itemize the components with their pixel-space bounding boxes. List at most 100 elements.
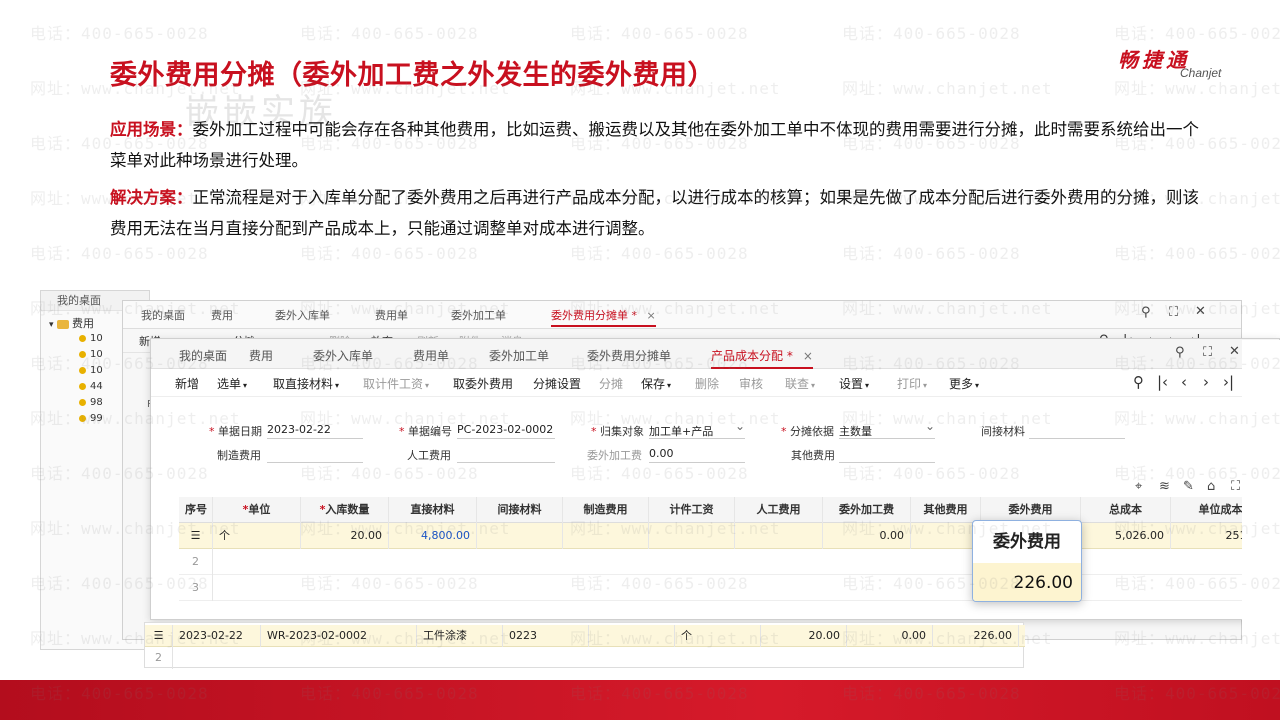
zero-cell[interactable]: 0.00 [847, 625, 933, 647]
locate-icon[interactable]: ⚲ [1133, 373, 1144, 391]
tab-expense-bill[interactable]: 费用单 [413, 347, 449, 364]
search-icon[interactable]: ⚲ [1141, 305, 1151, 320]
manufacturing-fee-field[interactable] [267, 447, 363, 463]
date-cell[interactable]: 2023-02-22 [173, 625, 261, 647]
tab-desktop[interactable]: 我的桌面 [141, 307, 185, 323]
filter-icon[interactable]: ≋ [1159, 479, 1170, 494]
piece-wage-button[interactable]: 取计件工资 ▾ [363, 375, 429, 392]
search-icon[interactable]: ⚲ [1175, 345, 1185, 360]
table-row[interactable]: 2 [179, 549, 1279, 575]
outsource-process-fee-field[interactable]: 0.00 [649, 447, 745, 463]
tab-expense[interactable]: 费用 [211, 307, 233, 323]
delete-button[interactable]: 删除 [695, 375, 719, 392]
tab-expense[interactable]: 费用 [249, 347, 273, 364]
tab-product-cost-allocation[interactable]: 产品成本分配 * × [711, 347, 813, 369]
direct-material-cell[interactable]: 4,800.00 [389, 523, 477, 549]
print-button[interactable]: 打印 ▾ [897, 375, 927, 392]
maximize-icon[interactable]: ⛶ [1203, 345, 1212, 360]
tab-bar: 我的桌面 费用 委外入库单 费用单 委外加工单 委外费用分摊单 产品成本分配 *… [151, 339, 1279, 369]
tab-outsource-order[interactable]: 委外加工单 [451, 307, 506, 323]
other-fee-cell[interactable] [911, 523, 981, 549]
tab-expense-bill[interactable]: 费用单 [375, 307, 408, 323]
solution-label: 解决方案： [110, 188, 193, 207]
tree-item[interactable]: 44 [79, 381, 103, 392]
unit-cell[interactable]: 个 [213, 523, 301, 549]
tree-item[interactable]: 98 [79, 397, 103, 408]
home-icon[interactable]: ⌂ [1207, 479, 1215, 494]
tree-item[interactable]: 10 [79, 365, 103, 376]
indirect-material-field[interactable] [1029, 423, 1125, 439]
tab-outsource-receipt[interactable]: 委外入库单 [313, 347, 373, 364]
col-header: 计件工资 [649, 497, 735, 523]
outsource-process-fee-label: 委外加工费 [587, 449, 642, 462]
labor-fee-label: 人工费用 [407, 449, 451, 462]
fullscreen-icon[interactable]: ⛶ [1231, 479, 1240, 494]
first-record-icon[interactable]: |‹ [1157, 373, 1168, 391]
audit-button[interactable]: 审核 [739, 375, 763, 392]
manufacturing-fee-cell[interactable] [563, 523, 649, 549]
save-button[interactable]: 保存 ▾ [641, 375, 671, 392]
get-material-button[interactable]: 取直接材料 ▾ [273, 375, 339, 392]
labor-fee-field[interactable] [457, 447, 555, 463]
table-row[interactable]: 2 [145, 647, 1025, 669]
close-tab-icon[interactable]: × [803, 349, 813, 363]
edit-icon[interactable]: ✎ [1183, 479, 1194, 494]
col-header: 直接材料 [389, 497, 477, 523]
tab-outsource-receipt[interactable]: 委外入库单 [275, 307, 330, 323]
bullet-icon [79, 382, 86, 390]
basis-select[interactable]: 主数量 [839, 419, 935, 439]
piece-wage-cell[interactable] [649, 523, 735, 549]
blank-cell[interactable] [589, 625, 675, 647]
new-button[interactable]: 新增 [175, 375, 199, 392]
tab-outsource-allocation[interactable]: 委外费用分摊单 [587, 347, 671, 364]
target-label: * 归集对象 [591, 425, 644, 438]
total-cost-cell[interactable]: 5,026.00 [1081, 523, 1171, 549]
unit-cell[interactable]: 个 [675, 625, 761, 647]
inquire-button[interactable]: 联查 ▾ [785, 375, 815, 392]
table-row[interactable]: ☰ 2023-02-22 WR-2023-02-0002 工件涂漆 0223 个… [145, 625, 1025, 647]
table-row[interactable]: 3 [179, 575, 1279, 601]
tree-item[interactable]: 10 [79, 349, 103, 360]
tree-root-node[interactable]: ▾ 费用 [49, 315, 94, 331]
tab-outsource-order[interactable]: 委外加工单 [489, 347, 549, 364]
close-tab-icon[interactable]: × [647, 309, 656, 322]
bill-no-cell[interactable]: WR-2023-02-0002 [261, 625, 417, 647]
get-outsource-fee-button[interactable]: 取委外费用 [453, 375, 513, 392]
tab-outsource-allocation[interactable]: 委外费用分摊单 * × [551, 307, 656, 327]
settings-button[interactable]: 设置 ▾ [839, 375, 869, 392]
outsource-process-fee-cell[interactable]: 0.00 [823, 523, 911, 549]
other-fee-field[interactable] [839, 447, 935, 463]
tree-item[interactable]: 99 [79, 413, 103, 424]
close-icon[interactable]: ✕ [1195, 304, 1206, 319]
col-header: 委外加工费 [823, 497, 911, 523]
row-menu-icon[interactable]: ☰ [179, 523, 213, 549]
more-button[interactable]: 更多 ▾ [949, 375, 979, 392]
qty-cell[interactable]: 20.00 [761, 625, 847, 647]
allocation-settings-button[interactable]: 分摊设置 [533, 375, 581, 392]
bill-no-field[interactable]: PC-2023-02-0002 [457, 423, 555, 439]
target-select[interactable]: 加工单+产品 [649, 419, 745, 439]
date-field[interactable]: 2023-02-22 [267, 423, 363, 439]
qty-cell[interactable]: 20.00 [301, 523, 389, 549]
select-button[interactable]: 选单 ▾ [217, 375, 247, 392]
bill-no-label: * 单据编号 [399, 425, 452, 438]
tab-desktop[interactable]: 我的桌面 [179, 347, 227, 364]
scenario-label: 应用场景： [110, 120, 193, 139]
next-record-icon[interactable]: › [1203, 373, 1209, 391]
allocate-button[interactable]: 分摊 [599, 375, 623, 392]
last-record-icon[interactable]: ›| [1223, 373, 1234, 391]
callout-value: 226.00 [973, 563, 1081, 601]
table-row[interactable]: ☰ 个 20.00 4,800.00 0.00 5,026.00 251.30 [179, 523, 1279, 549]
amount-cell[interactable]: 226.00 [933, 625, 1019, 647]
prev-record-icon[interactable]: ‹ [1181, 373, 1187, 391]
tree-item[interactable]: 10 [79, 333, 103, 344]
pin-icon[interactable]: ⌖ [1135, 479, 1142, 494]
grid-header-row: 序号 *单位 *入库数量 直接材料 间接材料 制造费用 计件工资 人工费用 委外… [179, 497, 1279, 523]
maximize-icon[interactable]: ⛶ [1169, 305, 1178, 320]
process-cell[interactable]: 工件涂漆 [417, 625, 503, 647]
row-menu-icon[interactable]: ☰ [145, 625, 173, 647]
code-cell[interactable]: 0223 [503, 625, 589, 647]
indirect-material-cell[interactable] [477, 523, 563, 549]
close-icon[interactable]: ✕ [1229, 344, 1240, 359]
labor-fee-cell[interactable] [735, 523, 823, 549]
